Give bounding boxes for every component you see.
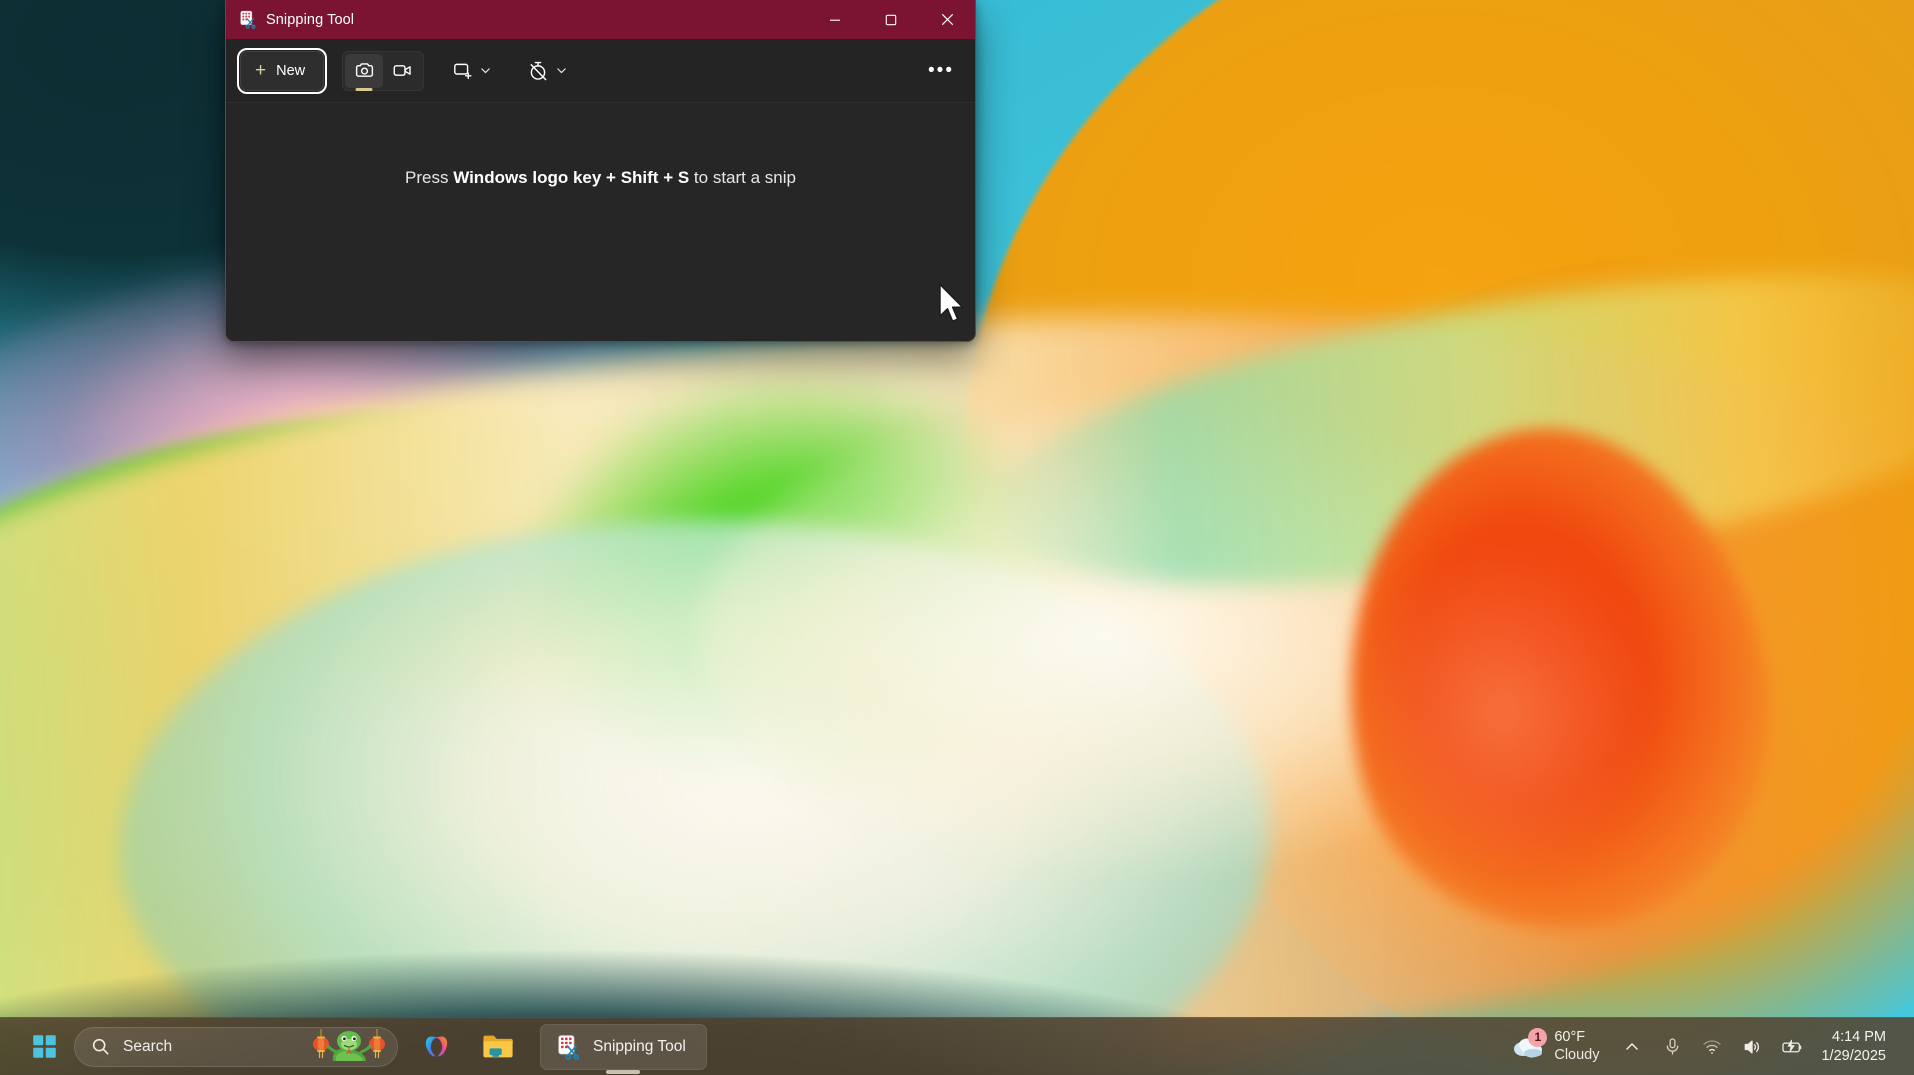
windows-start-icon (32, 1035, 56, 1058)
wallpaper-dark-layer (0, 454, 1386, 1075)
titlebar-left-group: Snipping Tool (226, 10, 354, 29)
chevron-down-icon (481, 68, 490, 74)
wallpaper-orange-layer-2 (1194, 260, 1914, 1075)
battery-charging-icon (1782, 1039, 1802, 1052)
search-box[interactable]: Search (74, 1026, 398, 1067)
wallpaper-yellow-layer (239, 445, 1161, 775)
hint-prefix: Press (405, 168, 454, 187)
wifi-icon (1703, 1039, 1722, 1054)
snip-canvas-area[interactable]: Press Windows logo key + Shift + S to st… (226, 103, 975, 341)
snip-mode-selector[interactable] (442, 53, 499, 89)
wallpaper-red-layer (1289, 386, 1819, 974)
video-camera-icon (393, 65, 411, 76)
volume-icon (1745, 1040, 1760, 1053)
weather-condition: Cloudy (1554, 1046, 1600, 1063)
delay-selector[interactable] (517, 53, 575, 89)
weather-icon-wrapper: 1 (1511, 1027, 1548, 1062)
camera-icon (355, 63, 373, 77)
wallpaper-pale-layer-2 (700, 400, 1600, 870)
maximize-button[interactable] (863, 0, 919, 39)
microphone-button[interactable] (1653, 1025, 1691, 1069)
maximize-icon (885, 14, 897, 25)
clock-date: 1/29/2025 (1821, 1047, 1886, 1064)
snip-hint-text: Press Windows logo key + Shift + S to st… (405, 168, 796, 341)
chevron-up-icon (1626, 1042, 1639, 1050)
minimize-icon (830, 19, 840, 21)
search-icon (92, 1038, 109, 1055)
plus-icon: + (255, 60, 267, 81)
rectangle-snip-icon (454, 63, 472, 80)
hint-separator-1: + (601, 168, 621, 187)
video-mode-button[interactable] (383, 54, 421, 88)
microphone-icon (1666, 1038, 1679, 1055)
wallpaper-teal-ribbon (966, 215, 1914, 645)
new-snip-label: New (276, 62, 306, 79)
hint-suffix: to start a snip (689, 168, 796, 187)
minimize-button[interactable] (807, 0, 863, 39)
taskbar-left-group: Search Snipping Tool (0, 1023, 707, 1070)
taskbar: Search Snipping Tool 1 60°F Cloudy 4:14 … (0, 1017, 1914, 1075)
volume-button[interactable] (1733, 1025, 1771, 1069)
window-controls (807, 0, 975, 39)
copilot-button[interactable] (412, 1024, 460, 1070)
capture-mode-group (342, 50, 425, 91)
taskbar-right-group: 1 60°F Cloudy 4:14 PM 1/29/2025 (1499, 1024, 1914, 1070)
see-more-icon: ••• (928, 59, 954, 81)
clock-widget[interactable]: 4:14 PM 1/29/2025 (1813, 1024, 1898, 1070)
window-titlebar[interactable]: Snipping Tool (226, 0, 975, 39)
start-button[interactable] (22, 1025, 66, 1069)
wallpaper-green-highlight (520, 370, 1080, 790)
snipping-tool-icon (558, 1034, 580, 1060)
taskbar-app-label: Snipping Tool (593, 1037, 686, 1055)
screenshot-mode-button[interactable] (345, 53, 384, 88)
battery-button[interactable] (1773, 1025, 1811, 1069)
see-more-button[interactable]: ••• (921, 53, 961, 89)
weather-widget[interactable]: 1 60°F Cloudy (1499, 1024, 1611, 1070)
hint-key-s: S (677, 168, 690, 187)
file-explorer-icon (483, 1035, 513, 1058)
hint-key-windows: Windows logo key (453, 168, 602, 187)
wallpaper-orange-layer (964, 0, 1914, 880)
wallpaper-green-layer (0, 307, 972, 1075)
close-icon (941, 13, 953, 26)
file-explorer-button[interactable] (474, 1024, 522, 1070)
copilot-icon (425, 1036, 447, 1057)
weather-notification-badge: 1 (1528, 1027, 1548, 1047)
wifi-button[interactable] (1693, 1025, 1731, 1069)
wallpaper-red-soft-layer (1354, 540, 1654, 880)
weather-temperature: 60°F (1554, 1028, 1586, 1045)
hint-separator-2: + (658, 168, 678, 187)
snipping-tool-window: Snipping Tool + New ••• Press Windows lo… (225, 0, 976, 342)
weather-text: 60°F Cloudy (1554, 1029, 1599, 1064)
snipping-tool-icon (240, 10, 256, 29)
desktop: Snipping Tool + New ••• Press Windows lo… (0, 0, 1914, 1075)
wallpaper-pale-layer (120, 520, 1270, 1075)
window-title: Snipping Tool (266, 11, 355, 28)
lunar-new-year-snake-doodle (307, 1028, 391, 1066)
search-placeholder: Search (123, 1037, 173, 1055)
wallpaper-ribbon-layer (0, 226, 1914, 1075)
timer-off-icon (530, 61, 547, 80)
hint-key-shift: Shift (620, 168, 659, 187)
clock-time: 4:14 PM (1832, 1029, 1886, 1046)
snake-doodle-icon (313, 1028, 385, 1061)
close-button[interactable] (919, 0, 975, 39)
taskbar-snipping-tool-button[interactable]: Snipping Tool (540, 1023, 707, 1070)
chevron-down-icon (557, 68, 566, 74)
new-snip-button[interactable]: + New (236, 47, 328, 94)
show-hidden-icons-button[interactable] (1613, 1025, 1651, 1069)
app-toolbar: + New ••• (226, 39, 975, 103)
